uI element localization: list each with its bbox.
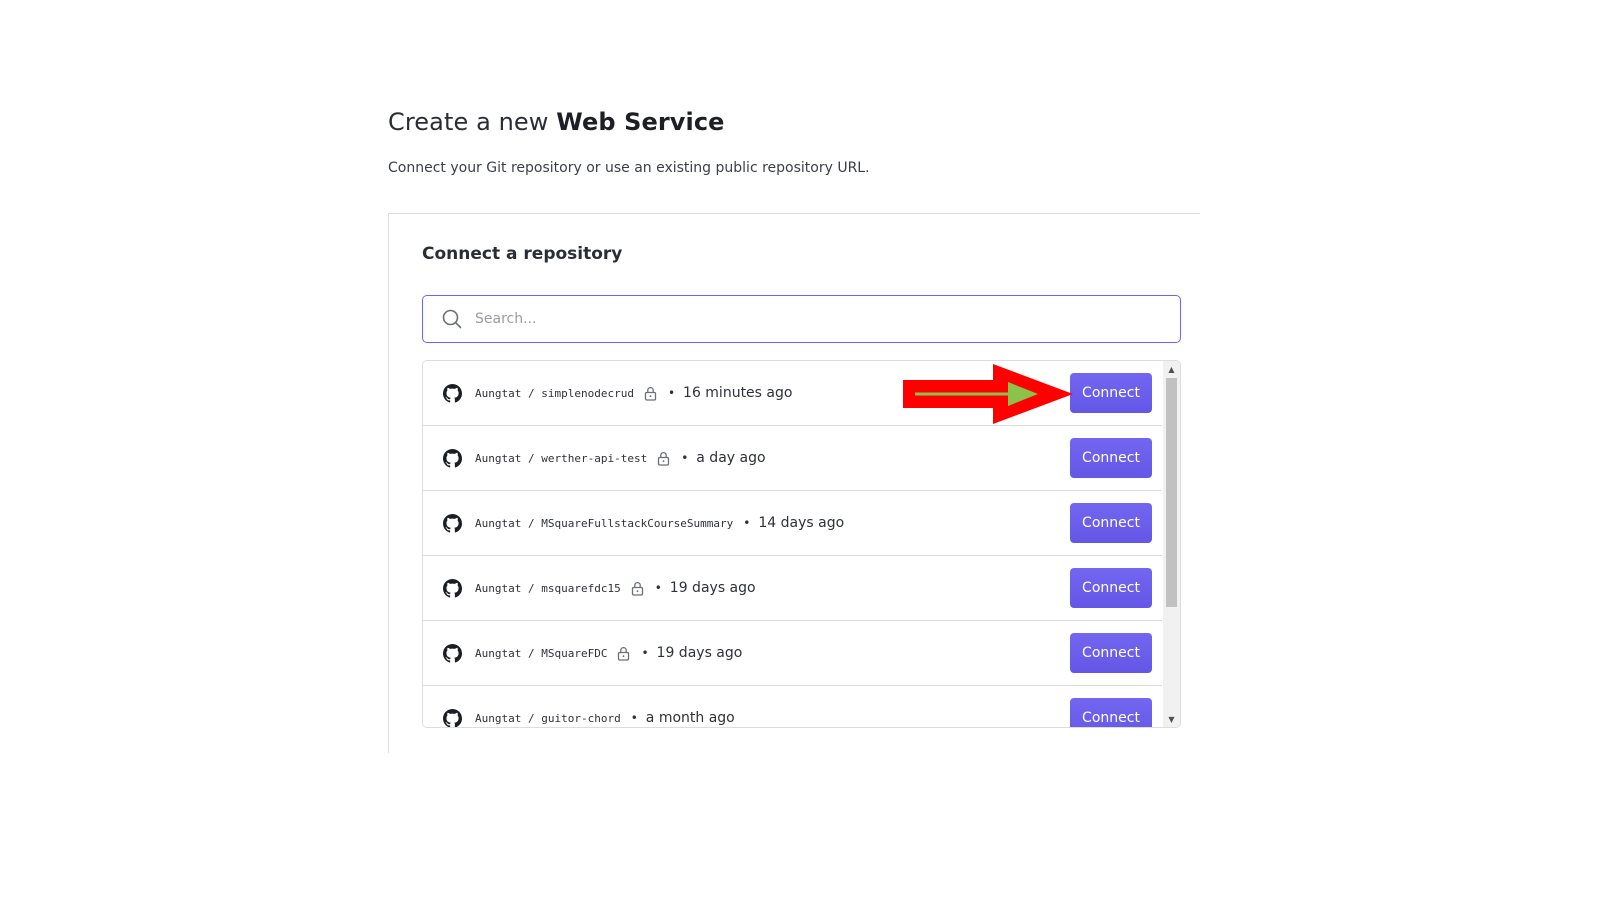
lock-icon [631,580,645,596]
search-input[interactable] [473,295,1180,343]
github-icon [443,383,463,403]
repository-row: Aungtat / msquarefdc15 • 19 days ago Connec… [423,556,1162,621]
last-updated-time: 16 minutes ago [683,385,793,401]
github-icon [443,578,463,598]
bullet-separator: • [667,386,676,400]
connect-button[interactable]: Connect [1070,698,1152,727]
page: Create a new Web Service Connect your Gi… [0,0,1600,900]
page-title-prefix: Create a new [388,108,557,136]
repository-name: Aungtat / MSquareFullstackCourseSummary [475,517,733,530]
repository-row: Aungtat / MSquareFullstackCourseSummary •… [423,491,1162,556]
repository-slug: msquarefdc15 [541,581,621,595]
repository-slug: werther-api-test [541,451,648,465]
repository-name: Aungtat / MSquareFDC [475,647,607,660]
connect-button[interactable]: Connect [1070,438,1152,478]
connect-button[interactable]: Connect [1070,633,1152,673]
repository-separator: / [521,451,542,465]
repository-name: Aungtat / werther-api-test [475,452,647,465]
lock-icon [617,645,631,661]
repository-separator: / [521,711,542,725]
last-updated-time: 19 days ago [656,645,743,661]
page-title-bold: Web Service [556,108,725,136]
repository-separator: / [521,646,542,660]
bullet-separator: • [654,581,662,595]
connect-button[interactable]: Connect [1070,373,1152,413]
bullet-separator: • [630,711,638,725]
last-updated-time: a month ago [645,710,735,726]
search-icon [441,308,463,330]
github-icon [443,643,463,663]
lock-icon [644,385,658,401]
page-title: Create a new Web Service [388,108,725,136]
scrollbar[interactable]: ▲ ▼ [1163,361,1180,727]
last-updated-time: 14 days ago [758,515,845,531]
scrollbar-thumb[interactable] [1166,378,1177,607]
connect-button[interactable]: Connect [1070,503,1152,543]
repository-slug: guitor-chord [541,711,621,725]
repository-separator: / [521,581,542,595]
scroll-down-icon[interactable]: ▼ [1163,711,1180,727]
github-icon [443,513,463,533]
repository-owner: Aungtat [475,711,522,725]
github-icon [443,708,463,727]
search-box[interactable] [422,295,1181,343]
repository-separator: / [521,516,542,530]
repository-row: Aungtat / MSquareFDC • 19 days ago Connect [423,621,1162,686]
repository-name: Aungtat / msquarefdc15 [475,582,621,595]
card-title: Connect a repository [422,244,623,264]
repository-slug: MSquareFDC [541,646,608,660]
repository-owner: Aungtat [475,581,522,595]
connect-button[interactable]: Connect [1070,568,1152,608]
bullet-separator: • [641,646,649,660]
repository-row: Aungtat / guitor-chord • a month ago Connec… [423,686,1162,727]
annotation-arrow-icon [903,364,1073,424]
repository-separator: / [521,386,542,400]
bullet-separator: • [743,516,751,530]
page-subtitle: Connect your Git repository or use an ex… [388,160,870,176]
repository-row: Aungtat / werther-api-test • a day ago Conn… [423,426,1162,491]
repository-owner: Aungtat [475,646,522,660]
bullet-separator: • [681,451,689,465]
last-updated-time: a day ago [696,450,766,466]
repository-owner: Aungtat [475,451,522,465]
repository-owner: Aungtat [475,516,522,530]
repository-name: Aungtat / guitor-chord [475,712,621,725]
github-icon [443,448,463,468]
lock-icon [657,450,671,466]
connect-repository-card: Connect a repository Aungtat / simplenod… [388,213,1200,753]
repository-owner: Aungtat [475,386,522,400]
repository-name: Aungtat / simplenodecrud [475,387,634,400]
last-updated-time: 19 days ago [669,580,756,596]
repository-slug: MSquareFullstackCourseSummary [541,516,734,530]
repository-slug: simplenodecrud [541,386,634,400]
scroll-up-icon[interactable]: ▲ [1163,361,1180,377]
